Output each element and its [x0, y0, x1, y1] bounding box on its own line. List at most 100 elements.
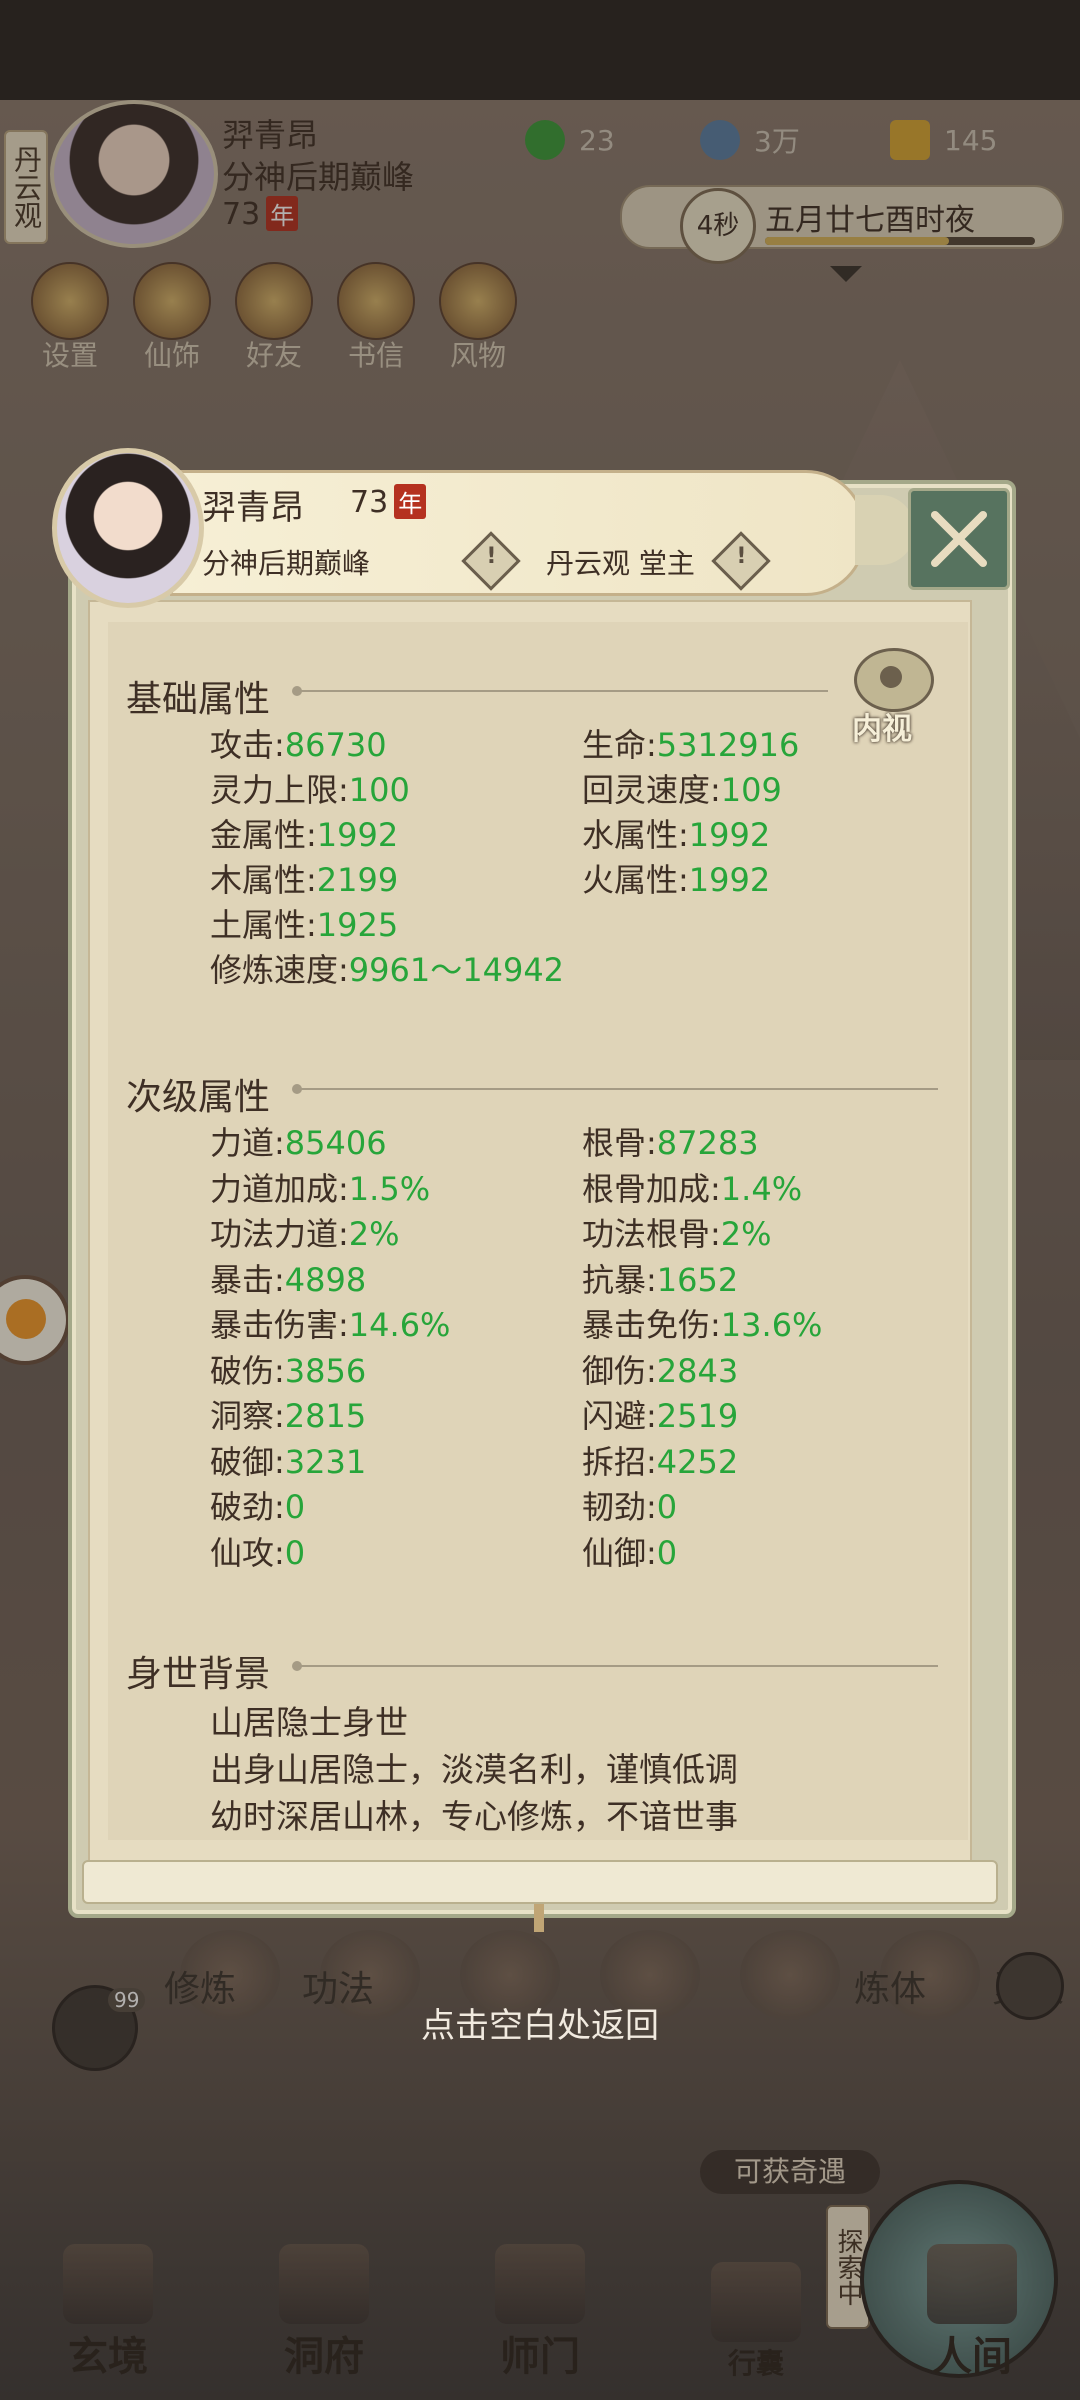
close-button[interactable] [908, 488, 1010, 590]
attribute-row: 生命:5312916 [582, 720, 799, 766]
attribute-separator: : [274, 1533, 285, 1572]
attribute-row: 修炼速度:9961～14942 [210, 945, 564, 991]
attribute-row: 洞察:2815 [210, 1391, 366, 1437]
attribute-separator: : [274, 1442, 285, 1481]
attribute-label: 生命 [582, 726, 647, 764]
attribute-label: 根骨加成 [582, 1169, 711, 1208]
attribute-label: 破伤 [210, 1351, 275, 1390]
attribute-label: 攻击 [210, 726, 275, 764]
attribute-row: 仙攻:0 [210, 1528, 305, 1574]
attribute-separator: : [678, 861, 689, 899]
eye-pupil [880, 666, 902, 688]
attribute-row: 功法力道:2% [210, 1209, 400, 1255]
attribute-row: 韧劲:0 [582, 1482, 677, 1528]
attribute-value: 1992 [316, 816, 399, 854]
attribute-separator: : [274, 1397, 285, 1435]
attribute-value: 2199 [316, 861, 399, 899]
attribute-label: 修炼速度 [210, 951, 339, 989]
attribute-separator: : [646, 1351, 657, 1390]
panel-bottom-band [82, 1860, 998, 1904]
attribute-row: 金属性:1992 [210, 810, 398, 856]
attribute-value: 0 [656, 1533, 678, 1572]
background-line: 幼时深居山林，专心修炼，不谙世事 [210, 1797, 738, 1836]
dismiss-hint[interactable]: 点击空白处返回 [0, 1998, 1080, 2047]
attribute-value: 2% [720, 1215, 772, 1253]
attribute-separator: : [274, 1260, 285, 1299]
panel-age: 73 年 [350, 484, 427, 520]
attribute-row: 破劲:0 [210, 1482, 305, 1528]
panel-avatar [52, 448, 204, 608]
attribute-value: 1.4% [720, 1169, 803, 1208]
attribute-label: 暴击免伤 [582, 1306, 711, 1344]
attribute-separator: : [338, 1215, 349, 1253]
attribute-label: 力道加成 [210, 1169, 339, 1208]
attribute-value: 0 [656, 1488, 678, 1526]
attribute-separator: : [710, 1306, 721, 1344]
attribute-separator: : [306, 906, 317, 944]
attribute-label: 韧劲 [582, 1488, 647, 1526]
attribute-label: 水属性 [582, 816, 679, 854]
attribute-value: 1992 [688, 816, 771, 854]
attribute-value: 0 [284, 1488, 306, 1526]
attribute-separator: : [274, 1124, 285, 1162]
attribute-label: 金属性 [210, 816, 307, 854]
attribute-row: 闪避:2519 [582, 1391, 738, 1437]
background-line: 出身山居隐士，淡漠名利，谨慎低调 [210, 1750, 738, 1789]
attribute-separator: : [646, 1124, 657, 1162]
attribute-row: 抗暴:1652 [582, 1255, 738, 1301]
panel-age-value: 73 [350, 485, 389, 520]
attribute-separator: : [678, 816, 689, 854]
attribute-value: 9961～14942 [348, 951, 565, 989]
attribute-separator: : [274, 1488, 285, 1526]
background-line: 山居隐士身世 [210, 1703, 408, 1742]
panel-hook [534, 1904, 544, 1932]
attribute-value: 3231 [284, 1442, 367, 1481]
attribute-value: 13.6% [720, 1306, 823, 1344]
section-divider [292, 1084, 938, 1094]
attribute-value: 4898 [284, 1260, 367, 1299]
attribute-row: 攻击:86730 [210, 720, 387, 766]
attribute-label: 御伤 [582, 1351, 647, 1390]
attribute-label: 木属性 [210, 861, 307, 899]
attribute-separator: : [274, 1351, 285, 1390]
attribute-row: 回灵速度:109 [582, 765, 782, 811]
attribute-row: 灵力上限:100 [210, 765, 410, 811]
inner-view-button[interactable]: 内视 [846, 648, 938, 747]
attribute-row: 破御:3231 [210, 1437, 366, 1483]
attribute-row: 火属性:1992 [582, 855, 770, 901]
attribute-value: 86730 [284, 726, 387, 764]
attribute-label: 闪避 [582, 1397, 647, 1435]
attribute-value: 87283 [656, 1124, 759, 1162]
attribute-separator: : [646, 1488, 657, 1526]
attribute-row: 功法根骨:2% [582, 1209, 772, 1255]
attribute-separator: : [646, 1533, 657, 1572]
attribute-value: 1652 [656, 1260, 739, 1299]
attribute-label: 拆招 [582, 1442, 647, 1481]
attribute-label: 功法力道 [210, 1215, 339, 1253]
attribute-value: 1925 [316, 906, 399, 944]
attribute-row: 暴击伤害:14.6% [210, 1300, 450, 1346]
attribute-label: 力道 [210, 1124, 275, 1162]
attribute-separator: : [646, 1442, 657, 1481]
attribute-value: 2815 [284, 1397, 367, 1435]
attribute-value: 5312916 [656, 726, 800, 764]
attribute-row: 力道加成:1.5% [210, 1164, 430, 1210]
attribute-separator: : [306, 816, 317, 854]
attribute-label: 暴击 [210, 1260, 275, 1299]
attribute-value: 3856 [284, 1351, 367, 1390]
section-divider [292, 1661, 938, 1671]
attribute-label: 根骨 [582, 1124, 647, 1162]
attribute-label: 土属性 [210, 906, 307, 944]
attribute-value: 1992 [688, 861, 771, 899]
attribute-value: 14.6% [348, 1306, 451, 1344]
attribute-separator: : [338, 1306, 349, 1344]
attribute-label: 灵力上限 [210, 771, 339, 809]
attribute-separator: : [646, 726, 657, 764]
attribute-label: 破劲 [210, 1488, 275, 1526]
attribute-row: 拆招:4252 [582, 1437, 738, 1483]
attribute-separator: : [338, 771, 349, 809]
attribute-value: 1.5% [348, 1169, 431, 1208]
attribute-separator: : [338, 951, 349, 989]
attribute-row: 根骨加成:1.4% [582, 1164, 802, 1210]
attribute-label: 回灵速度 [582, 771, 711, 809]
